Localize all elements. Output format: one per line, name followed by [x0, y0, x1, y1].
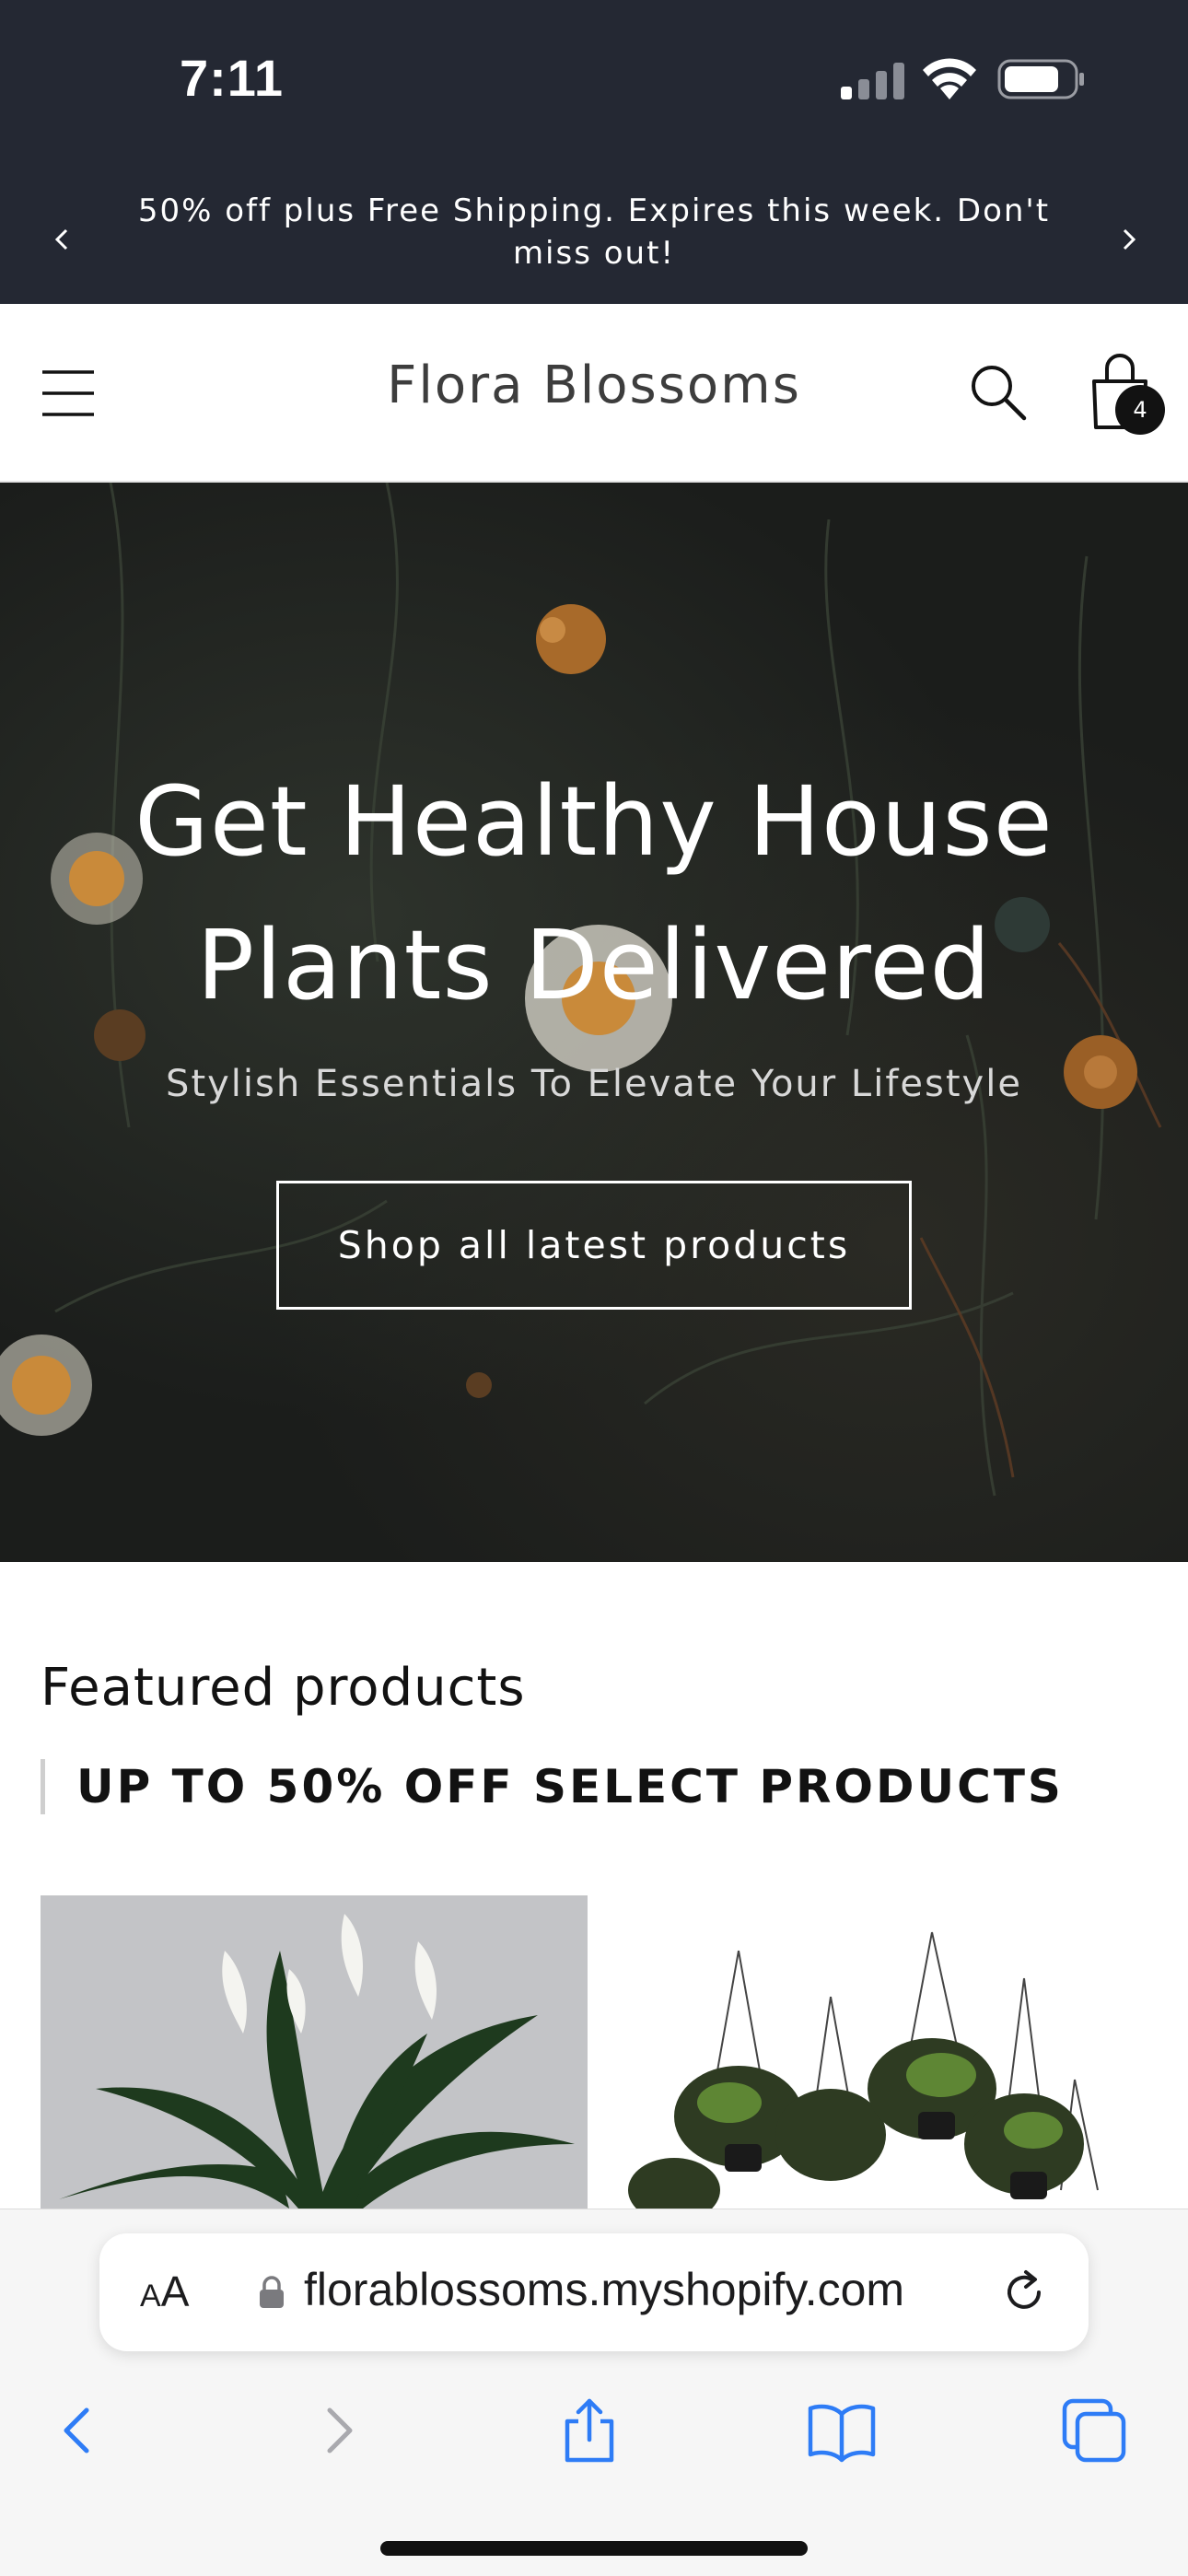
search-icon[interactable]	[967, 361, 1028, 422]
cellular-signal-icon	[841, 63, 904, 99]
top-dark-region: 7:11 50% off plus Free Shipping. Expires…	[0, 0, 1188, 304]
featured-subheading: UP TO 50% OFF SELECT PRODUCTS	[41, 1759, 1064, 1814]
chevron-left-icon[interactable]	[35, 212, 90, 267]
announcement-bar: 50% off plus Free Shipping. Expires this…	[0, 184, 1188, 304]
reload-icon[interactable]	[998, 2267, 1050, 2318]
hero-subtitle: Stylish Essentials To Elevate Your Lifes…	[166, 1063, 1022, 1105]
product-image	[41, 1895, 588, 2209]
wifi-icon	[923, 58, 976, 99]
hero-banner: Get Healthy House Plants Delivered Styli…	[0, 483, 1188, 1562]
home-indicator	[380, 2541, 808, 2556]
product-image	[600, 1895, 1147, 2209]
cart-count-badge: 4	[1115, 385, 1165, 435]
announcement-text: 50% off plus Free Shipping. Expires this…	[137, 192, 1051, 272]
site-header: Flora Blossoms	[0, 304, 1188, 483]
address-bar[interactable]: AA florablossoms.myshopify.com	[99, 2233, 1089, 2351]
share-icon[interactable]	[553, 2394, 626, 2467]
chevron-right-icon[interactable]	[1101, 212, 1156, 267]
browser-toolbar: AA florablossoms.myshopify.com	[0, 2209, 1188, 2576]
status-bar: 7:11	[0, 0, 1188, 157]
product-card-peace-lily[interactable]	[41, 1895, 588, 2209]
back-icon[interactable]	[42, 2394, 116, 2467]
battery-icon	[997, 59, 1084, 99]
status-time: 7:11	[180, 49, 284, 107]
lock-icon	[260, 2276, 284, 2308]
forward-icon[interactable]	[300, 2394, 374, 2467]
bookmarks-icon[interactable]	[805, 2394, 879, 2467]
product-card-hanging-plants[interactable]	[600, 1895, 1147, 2209]
featured-heading: Featured products	[41, 1658, 526, 1718]
text-size-button[interactable]: AA	[140, 2267, 189, 2316]
shop-all-button[interactable]: Shop all latest products	[276, 1181, 912, 1310]
url-text[interactable]: florablossoms.myshopify.com	[304, 2263, 904, 2316]
tabs-icon[interactable]	[1057, 2394, 1131, 2467]
hero-title: Get Healthy House Plants Delivered	[134, 765, 1054, 1021]
